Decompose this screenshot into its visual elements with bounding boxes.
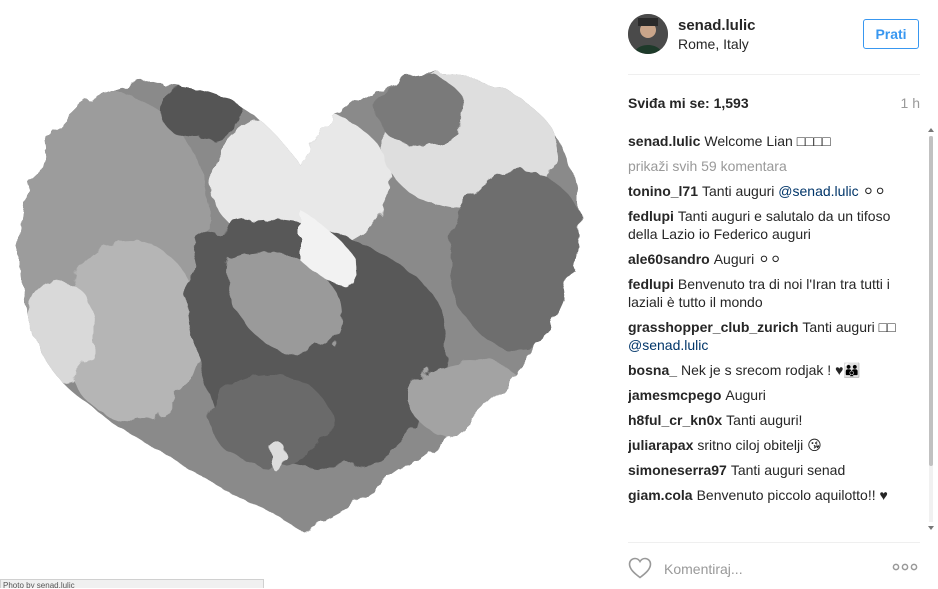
- scroll-thumb[interactable]: [929, 136, 933, 466]
- comment-username[interactable]: grasshopper_club_zurich: [628, 319, 798, 335]
- post-header: senad.lulic Rome, Italy Prati: [628, 14, 920, 75]
- caption-username[interactable]: senad.lulic: [628, 133, 700, 149]
- comment-items: tonino_l71 Tanti auguri @senad.lulic ⚪⚪ fe…: [628, 182, 920, 504]
- avatar-image: [628, 14, 668, 54]
- comment-item: fedlupi Tanti auguri e salutalo da un tif…: [628, 207, 920, 243]
- comment-text: Tanti auguri □□: [802, 319, 896, 335]
- heart-photo-image: [20, 73, 579, 531]
- comment-mention[interactable]: @senad.lulic: [628, 337, 708, 353]
- comment-item: tonino_l71 Tanti auguri @senad.lulic ⚪⚪: [628, 182, 920, 200]
- comment-item: jamesmcpego Auguri: [628, 386, 920, 404]
- post-sidebar: senad.lulic Rome, Italy Prati Sviđa mi s…: [608, 0, 938, 588]
- comment-username[interactable]: tonino_l71: [628, 183, 698, 199]
- comment-username[interactable]: jamesmcpego: [628, 387, 721, 403]
- comment-text: Tanti auguri senad: [730, 462, 846, 478]
- comment-username[interactable]: simoneserra97: [628, 462, 727, 478]
- caption-text: Welcome Lian □□□□: [704, 133, 831, 149]
- post-location[interactable]: Rome, Italy: [678, 36, 749, 52]
- scroll-up-arrow-icon[interactable]: [928, 128, 934, 132]
- comment-username[interactable]: fedlupi: [628, 276, 674, 292]
- comment-text: Auguri: [725, 387, 766, 403]
- comment-item: fedlupi Benvenuto tra di noi l'Iran tra t…: [628, 275, 920, 311]
- comment-username[interactable]: h8ful_cr_kn0x: [628, 412, 722, 428]
- comment-text: Benvenuto piccolo aquilotto!! ♥: [696, 487, 888, 503]
- comment-mention[interactable]: @senad.lulic: [778, 183, 858, 199]
- post-timestamp[interactable]: 1 h: [901, 95, 920, 111]
- more-options-icon[interactable]: [892, 561, 918, 573]
- comment-item: ale60sandro Auguri ⚪⚪: [628, 250, 920, 268]
- comments-scrollbar[interactable]: [926, 128, 936, 530]
- post-username[interactable]: senad.lulic: [678, 17, 756, 34]
- comment-text: Auguri ⚪⚪: [713, 251, 782, 267]
- comment-item: giam.cola Benvenuto piccolo aquilotto!! ♥: [628, 486, 920, 504]
- likes-count[interactable]: Sviđa mi se: 1,593: [628, 95, 749, 111]
- likes-row: Sviđa mi se: 1,593 1 h: [628, 95, 920, 115]
- comment-username[interactable]: fedlupi: [628, 208, 674, 224]
- post-photo[interactable]: Photo by senad.lulic: [0, 0, 608, 588]
- comment-username[interactable]: ale60sandro: [628, 251, 710, 267]
- comment-username[interactable]: giam.cola: [628, 487, 693, 503]
- comment-text: Nek je s srecom rodjak ! ♥👪: [681, 362, 861, 378]
- comment-item: grasshopper_club_zurich Tanti auguri □□ @…: [628, 318, 920, 354]
- comment-item: bosna_ Nek je s srecom rodjak ! ♥👪: [628, 361, 920, 379]
- view-all-comments-link[interactable]: prikaži svih 59 komentara: [628, 157, 920, 175]
- comment-text: Tanti auguri!: [726, 412, 803, 428]
- comment-username[interactable]: bosna_: [628, 362, 677, 378]
- scroll-down-arrow-icon[interactable]: [928, 526, 934, 530]
- follow-button[interactable]: Prati: [863, 19, 919, 49]
- comment-input[interactable]: [662, 557, 866, 581]
- post-footer: [628, 542, 920, 589]
- comment-text: Tanti auguri: [702, 183, 779, 199]
- comment-text-after: ⚪⚪: [858, 183, 887, 199]
- caption: senad.lulic Welcome Lian □□□□: [628, 132, 920, 150]
- heart-outline-icon[interactable]: [628, 557, 652, 579]
- comment-text: sritno ciloj obitelji 😘: [697, 437, 822, 453]
- comment-item: juliarapax sritno ciloj obitelji 😘: [628, 436, 920, 454]
- avatar[interactable]: [628, 14, 668, 54]
- photo-credit: Photo by senad.lulic: [0, 579, 264, 588]
- comment-item: simoneserra97 Tanti auguri senad: [628, 461, 920, 479]
- comment-username[interactable]: juliarapax: [628, 437, 693, 453]
- comment-list: senad.lulic Welcome Lian □□□□ prikaži svi…: [628, 132, 920, 530]
- comment-item: h8ful_cr_kn0x Tanti auguri!: [628, 411, 920, 429]
